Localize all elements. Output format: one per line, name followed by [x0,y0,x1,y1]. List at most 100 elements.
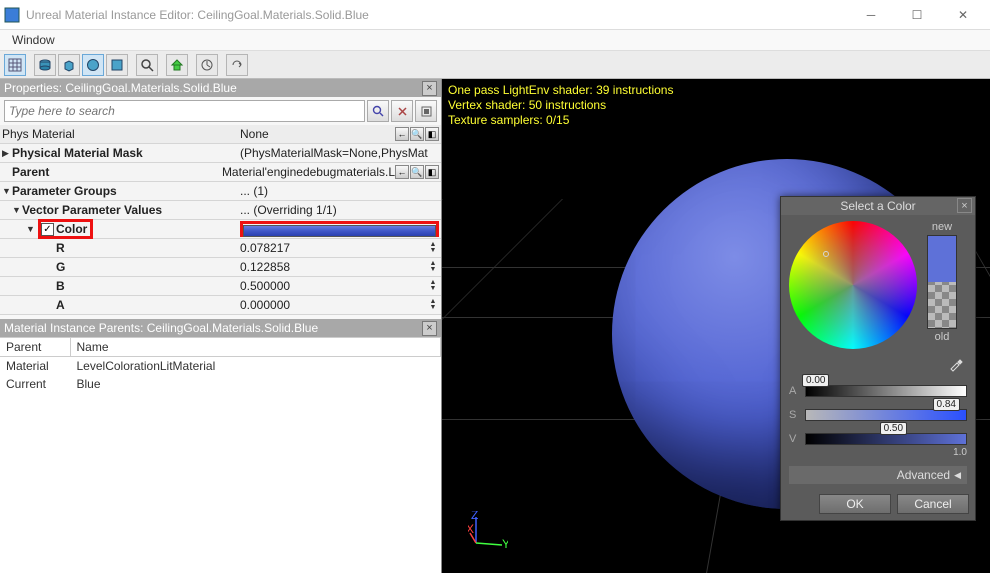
grid-line [442,199,443,573]
axis-z-label: Z [471,511,478,522]
value-slider-label: V [789,433,799,445]
row-parent: Parent Material'enginedebugmaterials.L ←… [0,163,441,182]
axis-y-label: Y [502,537,508,551]
parents-table: Parent Name Material LevelColorationLitM… [0,338,441,393]
parents-row-current[interactable]: Current Blue [0,375,441,393]
shader-stat-line2: Vertex shader: 50 instructions [448,98,673,113]
chevron-left-icon: ◀ [954,470,961,481]
browse-asset-icon[interactable]: ◧ [425,127,439,141]
color-picker-titlebar[interactable]: Select a Color × [781,197,975,215]
alpha-slider-label: A [789,385,799,397]
window-title: Unreal Material Instance Editor: Ceiling… [26,8,369,22]
expand-icon[interactable]: ▼ [26,224,36,234]
toolbar-cube-icon[interactable] [58,54,80,76]
properties-panel-title: Properties: CeilingGoal.Materials.Solid.… [4,81,237,95]
color-picker-dialog: Select a Color × new old A 0.00 [780,196,976,521]
value-r[interactable]: 0.078217 [240,241,290,255]
spinner-r[interactable]: ▲▼ [427,242,439,254]
label-phys-material: Phys Material [2,127,75,141]
parents-panel: Material Instance Parents: CeilingGoal.M… [0,319,441,573]
cancel-button[interactable]: Cancel [897,494,969,514]
alpha-slider[interactable]: 0.00 [805,385,967,397]
use-arrow-icon[interactable]: ← [395,165,409,179]
expand-icon[interactable]: ▼ [2,186,12,196]
label-phys-mask: Physical Material Mask [12,146,143,160]
menu-window[interactable]: Window [6,31,61,49]
parents-col-parent[interactable]: Parent [0,338,70,357]
value-param-groups: ... (1) [240,184,268,198]
value-g[interactable]: 0.122858 [240,260,290,274]
window-close-button[interactable]: ✕ [940,0,986,30]
label-parent: Parent [12,165,49,179]
value-b[interactable]: 0.500000 [240,279,290,293]
ok-button[interactable]: OK [819,494,891,514]
window-maximize-button[interactable]: ☐ [894,0,940,30]
color-wheel[interactable] [789,221,917,349]
search-input[interactable] [4,100,365,122]
browse-asset-icon[interactable]: ◧ [425,165,439,179]
color-override-checkbox[interactable]: ✓ [41,223,54,236]
app-icon [4,7,20,23]
row-physical-material-mask[interactable]: ▶Physical Material Mask (PhysMaterialMas… [0,144,441,163]
search-options-icon[interactable] [415,100,437,122]
shader-stat-line3: Texture samplers: 0/15 [448,113,673,128]
color-picker-close-button[interactable]: × [957,198,972,213]
expand-icon[interactable]: ▶ [2,148,12,159]
advanced-toggle[interactable]: Advanced◀ [789,466,967,484]
toolbar-cylinder-icon[interactable] [34,54,56,76]
spinner-a[interactable]: ▲▼ [427,299,439,311]
toolbar [0,51,990,79]
row-b: B 0.500000▲▼ [0,277,441,296]
spinner-g[interactable]: ▲▼ [427,261,439,273]
saturation-slider-row: S 0.84 [789,407,967,423]
find-asset-icon[interactable]: 🔍 [410,127,424,141]
color-picker-title: Select a Color [840,199,915,213]
value-max-label: 1.0 [789,447,967,458]
search-clear-icon[interactable] [391,100,413,122]
properties-panel-close-button[interactable]: × [422,81,437,96]
value-phys-mask: (PhysMaterialMask=None,PhysMat [240,146,428,160]
menubar: Window [0,30,990,51]
toolbar-realtime-icon[interactable] [196,54,218,76]
expand-icon[interactable]: ▼ [12,205,22,215]
label-color: Color [56,222,90,236]
value-parent: Material'enginedebugmaterials.L [222,165,395,179]
new-old-swatch[interactable] [927,235,957,329]
value-phys-material: None [240,127,269,141]
properties-panel-header: Properties: CeilingGoal.Materials.Solid.… [0,79,441,97]
axis-x-label: X [468,522,474,536]
color-wheel-marker[interactable] [823,251,829,257]
spinner-b[interactable]: ▲▼ [427,280,439,292]
row-r: R 0.078217▲▼ [0,239,441,258]
parents-row-material[interactable]: Material LevelColorationLitMaterial [0,357,441,376]
parents-col-name[interactable]: Name [70,338,441,357]
find-asset-icon[interactable]: 🔍 [410,165,424,179]
parents-panel-close-button[interactable]: × [422,321,437,336]
alpha-value-badge: 0.00 [802,374,829,387]
toolbar-sync-icon[interactable] [226,54,248,76]
label-vector-values: Vector Parameter Values [22,203,162,217]
value-slider-row: V 0.50 [789,431,967,447]
parents-panel-header: Material Instance Parents: CeilingGoal.M… [0,319,441,337]
toolbar-find-icon[interactable] [136,54,158,76]
color-swatch[interactable] [243,225,436,237]
use-arrow-icon[interactable]: ← [395,127,409,141]
row-parameter-groups[interactable]: ▼Parameter Groups ... (1) [0,182,441,201]
saturation-slider[interactable]: 0.84 [805,409,967,421]
eyedropper-icon[interactable] [945,353,967,375]
row-a: A 0.000000▲▼ [0,296,441,315]
axis-gizmo: Z X Y [468,511,508,551]
row-color[interactable]: ▼ ✓ Color [0,220,441,239]
toolbar-home-icon[interactable] [166,54,188,76]
toolbar-grid-icon[interactable] [4,54,26,76]
value-value-badge: 0.50 [880,422,907,435]
row-g: G 0.122858▲▼ [0,258,441,277]
row-vector-parameter-values[interactable]: ▼Vector Parameter Values ... (Overriding… [0,201,441,220]
color-swatch-highlight [240,221,439,237]
window-minimize-button[interactable]: ─ [848,0,894,30]
toolbar-plane-icon[interactable] [106,54,128,76]
value-slider[interactable]: 0.50 [805,433,967,445]
toolbar-sphere-icon[interactable] [82,54,104,76]
value-a[interactable]: 0.000000 [240,298,290,312]
search-go-icon[interactable] [367,100,389,122]
